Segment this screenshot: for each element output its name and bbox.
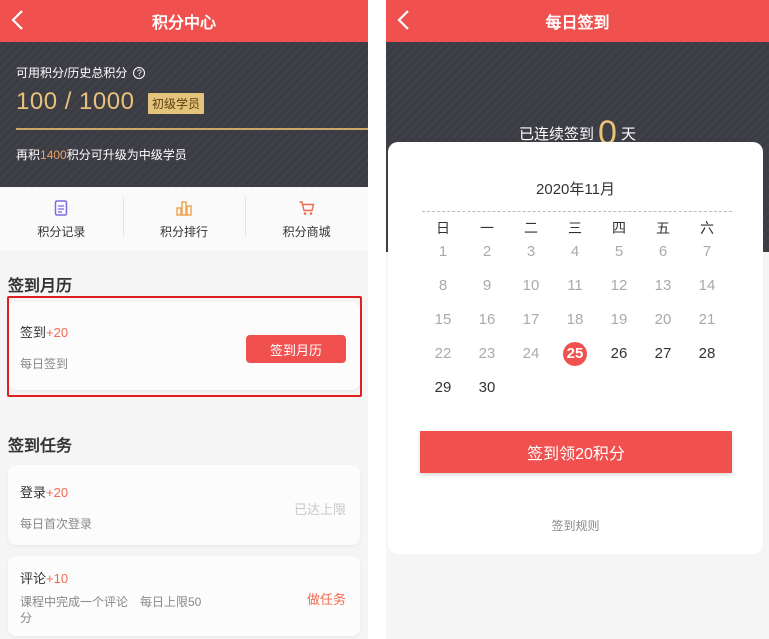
task-name: 登录+20 xyxy=(20,482,68,501)
upgrade-hint: 再积1400积分可升级为中级学员 xyxy=(16,146,187,163)
task-points: +10 xyxy=(46,571,69,586)
task-name: 评论+10 xyxy=(20,568,68,587)
progress-line xyxy=(16,128,368,130)
level-badge: 初级学员 xyxy=(148,93,205,114)
calendar-day[interactable]: 3 xyxy=(511,240,551,264)
tasks-section-title: 签到任务 xyxy=(8,438,73,455)
task-desc: 每日首次登录 xyxy=(20,517,93,531)
calendar-day[interactable]: 30 xyxy=(467,376,507,400)
upgrade-prefix: 再积 xyxy=(16,148,41,162)
calendar-day[interactable]: 2 xyxy=(467,240,507,264)
calendar-day[interactable]: 29 xyxy=(423,376,463,400)
calendar-day[interactable]: 4 xyxy=(555,240,595,264)
upgrade-suffix: 积分可升级为中级学员 xyxy=(66,148,187,162)
shortcut-label: 积分记录 xyxy=(37,224,86,239)
weekday-header: 五 xyxy=(656,220,670,236)
weekday-header: 日 xyxy=(436,220,450,236)
calendar-card: 2020年11月 签到领20积分 签到规则 日一二三四五六 1 2 3 4 5 6 7 8 9 10… xyxy=(388,142,763,554)
do-task-button[interactable]: 做任务 xyxy=(307,589,346,608)
calendar-day[interactable]: 5 xyxy=(599,240,639,264)
points-center-screen: 积分中心 可用积分/历史总积分 ? 100 / 1000 初级学员 再积1400… xyxy=(0,0,368,639)
weekday-header: 六 xyxy=(700,220,714,236)
calendar-divider xyxy=(422,211,732,212)
shortcut-label: 积分排行 xyxy=(160,224,209,239)
points-label-row: 可用积分/历史总积分 ? xyxy=(16,64,146,81)
calendar-day[interactable]: 6 xyxy=(643,240,683,264)
page-title: 每日签到 xyxy=(545,15,610,32)
task-points: +20 xyxy=(46,485,69,500)
bar-chart-icon xyxy=(176,200,192,216)
points-header: 可用积分/历史总积分 ? 100 / 1000 初级学员 再积1400积分可升级… xyxy=(0,42,368,187)
calendar-day[interactable]: 17 xyxy=(511,308,551,332)
shortcut-points-mall[interactable]: 积分商城 xyxy=(245,187,368,251)
calendar-day[interactable]: 21 xyxy=(687,308,727,332)
weekday-header: 四 xyxy=(612,220,626,236)
task-card-login: 登录+20 每日首次登录 已达上限 xyxy=(8,465,360,545)
weekday-header: 三 xyxy=(568,220,582,236)
calendar-day[interactable]: 13 xyxy=(643,274,683,298)
back-arrow-icon[interactable] xyxy=(8,8,30,32)
points-value: 100 / 1000 xyxy=(16,88,135,115)
weekday-header: 一 xyxy=(480,220,494,236)
checkin-section-title: 签到月历 xyxy=(8,278,73,295)
calendar-day[interactable]: 22 xyxy=(423,342,463,366)
help-icon[interactable]: ? xyxy=(133,66,146,79)
highlight-frame xyxy=(7,296,362,397)
calendar-day[interactable]: 8 xyxy=(423,274,463,298)
shortcut-points-record[interactable]: 积分记录 xyxy=(0,187,123,251)
shortcut-points-ranking[interactable]: 积分排行 xyxy=(122,187,246,251)
calendar-day[interactable]: 16 xyxy=(467,308,507,332)
calendar-month: 2020年11月 xyxy=(536,181,615,198)
calendar-day[interactable]: 28 xyxy=(687,342,727,366)
calendar-day-today[interactable]: 25 xyxy=(555,342,595,366)
signin-claim-button[interactable]: 签到领20积分 xyxy=(420,431,732,473)
calendar-day[interactable]: 18 xyxy=(555,308,595,332)
calendar-day[interactable]: 7 xyxy=(687,240,727,264)
shortcut-label: 积分商城 xyxy=(282,224,331,239)
calendar-day[interactable]: 20 xyxy=(643,308,683,332)
streak-prefix: 已连续签到 xyxy=(519,126,595,143)
daily-checkin-screen: 每日签到 已连续签到 0 天 2020年11月 签到领20积分 签到规则 日一二… xyxy=(386,0,769,639)
top-bar: 积分中心 xyxy=(0,0,368,42)
cart-icon xyxy=(299,200,315,215)
task-label: 登录 xyxy=(20,485,47,500)
calendar-day[interactable]: 14 xyxy=(687,274,727,298)
back-arrow-icon[interactable] xyxy=(394,8,416,32)
page-title: 积分中心 xyxy=(151,15,216,32)
streak-suffix: 天 xyxy=(620,126,636,143)
task-status: 已达上限 xyxy=(293,502,346,517)
upgrade-amount: 1400 xyxy=(40,148,67,162)
calendar-day[interactable]: 23 xyxy=(467,342,507,366)
points-label: 可用积分/历史总积分 xyxy=(16,66,128,80)
task-label: 评论 xyxy=(20,571,47,586)
calendar-day[interactable]: 27 xyxy=(643,342,683,366)
calendar-day[interactable]: 19 xyxy=(599,308,639,332)
calendar-day[interactable]: 15 xyxy=(423,308,463,332)
shortcut-bar: 积分记录 积分排行 积分商城 xyxy=(0,187,368,251)
signin-rules-link[interactable]: 签到规则 xyxy=(388,517,763,534)
calendar-day[interactable]: 24 xyxy=(511,342,551,366)
document-icon xyxy=(55,199,68,216)
top-bar: 每日签到 xyxy=(386,0,769,42)
weekday-header: 二 xyxy=(524,220,538,236)
calendar-day[interactable]: 9 xyxy=(467,274,507,298)
calendar-day[interactable]: 1 xyxy=(423,240,463,264)
task-card-comment: 评论+10 课程中完成一个评论 每日上限50分 做任务 xyxy=(8,556,360,636)
calendar-day[interactable]: 26 xyxy=(599,342,639,366)
calendar-day[interactable]: 10 xyxy=(511,274,551,298)
calendar-day[interactable]: 12 xyxy=(599,274,639,298)
task-desc: 课程中完成一个评论 每日上限50分 xyxy=(20,595,202,625)
calendar-day[interactable]: 11 xyxy=(555,274,595,298)
